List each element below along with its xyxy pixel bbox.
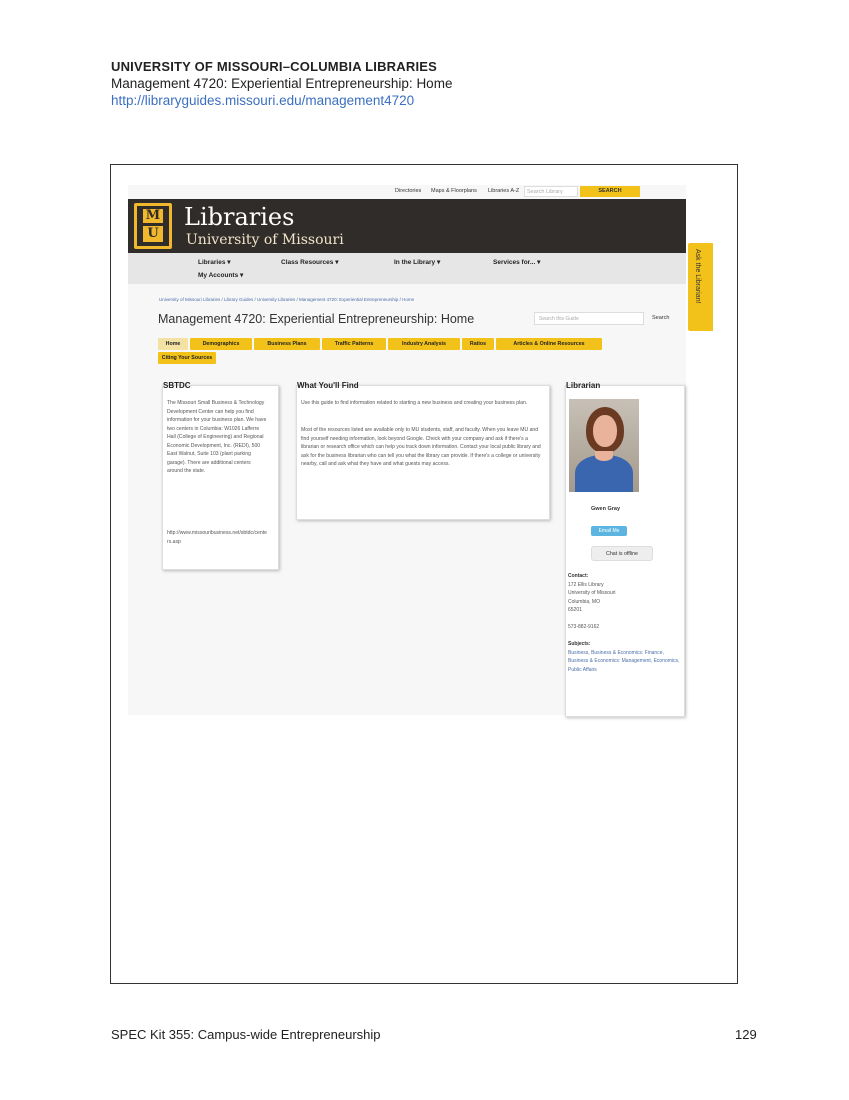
sbtdc-heading: SBTDC xyxy=(163,381,191,390)
contact-phone: 573-882-9162 xyxy=(568,624,600,630)
footer-spec-kit: SPEC Kit 355: Campus-wide Entrepreneursh… xyxy=(111,1027,381,1042)
librarian-heading: Librarian xyxy=(566,381,601,390)
libraries-az-link[interactable]: Libraries A-Z xyxy=(488,188,519,194)
what-youll-find-heading: What You'll Find xyxy=(297,381,359,390)
ask-librarian-label: Ask the Librarian! xyxy=(694,249,701,304)
site-banner: M U Libraries University of Missouri xyxy=(128,199,686,253)
utility-bar: Directories Maps & Floorplans Libraries … xyxy=(128,185,686,199)
library-search-button[interactable]: SEARCH xyxy=(580,186,640,197)
subjects-label: Subjects: xyxy=(568,641,591,647)
tab-articles-online-resources[interactable]: Articles & Online Resources xyxy=(496,338,602,350)
contact-label: Contact: xyxy=(568,573,589,579)
sbtdc-body: The Missouri Small Business & Technology… xyxy=(167,400,267,474)
find-paragraph-1: Use this guide to find information relat… xyxy=(301,400,528,406)
subjects-links[interactable]: Business, Business & Economics: Finance,… xyxy=(568,649,680,675)
guide-search-button[interactable]: Search xyxy=(652,315,669,321)
sbtdc-panel: SBTDC The Missouri Small Business & Tech… xyxy=(162,381,279,570)
nav-class-resources[interactable]: Class Resources ▾ xyxy=(281,258,338,266)
guide-search-input[interactable]: Search this Guide xyxy=(534,312,644,325)
tab-demographics[interactable]: Demographics xyxy=(190,338,252,350)
library-search-input[interactable]: Search Library xyxy=(524,186,578,197)
contact-line: 65201 xyxy=(568,607,582,613)
breadcrumb[interactable]: University of Missouri Libraries / Libra… xyxy=(159,297,414,302)
nav-services-for[interactable]: Services for... ▾ xyxy=(493,258,540,266)
nav-my-accounts[interactable]: My Accounts ▾ xyxy=(198,271,243,279)
maps-link[interactable]: Maps & Floorplans xyxy=(431,188,477,194)
directories-link[interactable]: Directories xyxy=(395,188,421,194)
tab-citing-your-sources[interactable]: Citing Your Sources xyxy=(158,352,216,364)
tab-industry-analysis[interactable]: Industry Analysis xyxy=(388,338,460,350)
chat-status-button[interactable]: Chat is offline xyxy=(591,546,653,561)
page-title: Management 4720: Experiential Entreprene… xyxy=(158,312,475,326)
contact-line: 172 Ellis Library xyxy=(568,581,604,588)
sbtdc-link[interactable]: http://www.missouribusiness.net/sbtdc/ce… xyxy=(167,529,267,546)
nav-in-the-library[interactable]: In the Library ▾ xyxy=(394,258,440,266)
guide-title-line: Management 4720: Experiential Entreprene… xyxy=(111,76,453,91)
tab-business-plans[interactable]: Business Plans xyxy=(254,338,320,350)
university-brand: University of Missouri xyxy=(186,232,344,248)
find-paragraph-2: Most of the resources listed are availab… xyxy=(301,427,541,467)
nav-libraries[interactable]: Libraries ▾ xyxy=(198,258,231,266)
page-number: 129 xyxy=(735,1027,757,1042)
guide-url-link[interactable]: http://libraryguides.missouri.edu/manage… xyxy=(111,92,751,109)
contact-line: University of Missouri xyxy=(568,590,616,596)
institution-heading: UNIVERSITY OF MISSOURI–COLUMBIA LIBRARIE… xyxy=(111,59,438,74)
tab-ratios[interactable]: Ratios xyxy=(462,338,494,350)
mu-logo-icon[interactable]: M U xyxy=(134,203,172,249)
contact-line: Columbia, MO xyxy=(568,598,600,605)
tab-traffic-patterns[interactable]: Traffic Patterns xyxy=(322,338,386,350)
document-header: UNIVERSITY OF MISSOURI–COLUMBIA LIBRARIE… xyxy=(111,58,751,109)
tab-home[interactable]: Home xyxy=(158,338,188,350)
main-nav: Libraries ▾ Class Resources ▾ In the Lib… xyxy=(128,253,686,284)
what-youll-find-panel: What You'll Find Use this guide to find … xyxy=(296,381,550,520)
ask-librarian-tab[interactable]: Ask the Librarian! xyxy=(688,243,713,331)
librarian-contact-info: Contact: 172 Ellis Library University of… xyxy=(568,572,686,674)
libraries-brand[interactable]: Libraries xyxy=(184,203,294,231)
librarian-photo xyxy=(569,399,639,492)
librarian-name: Gwen Gray xyxy=(591,506,621,512)
email-me-button[interactable]: Email Me xyxy=(591,526,627,536)
